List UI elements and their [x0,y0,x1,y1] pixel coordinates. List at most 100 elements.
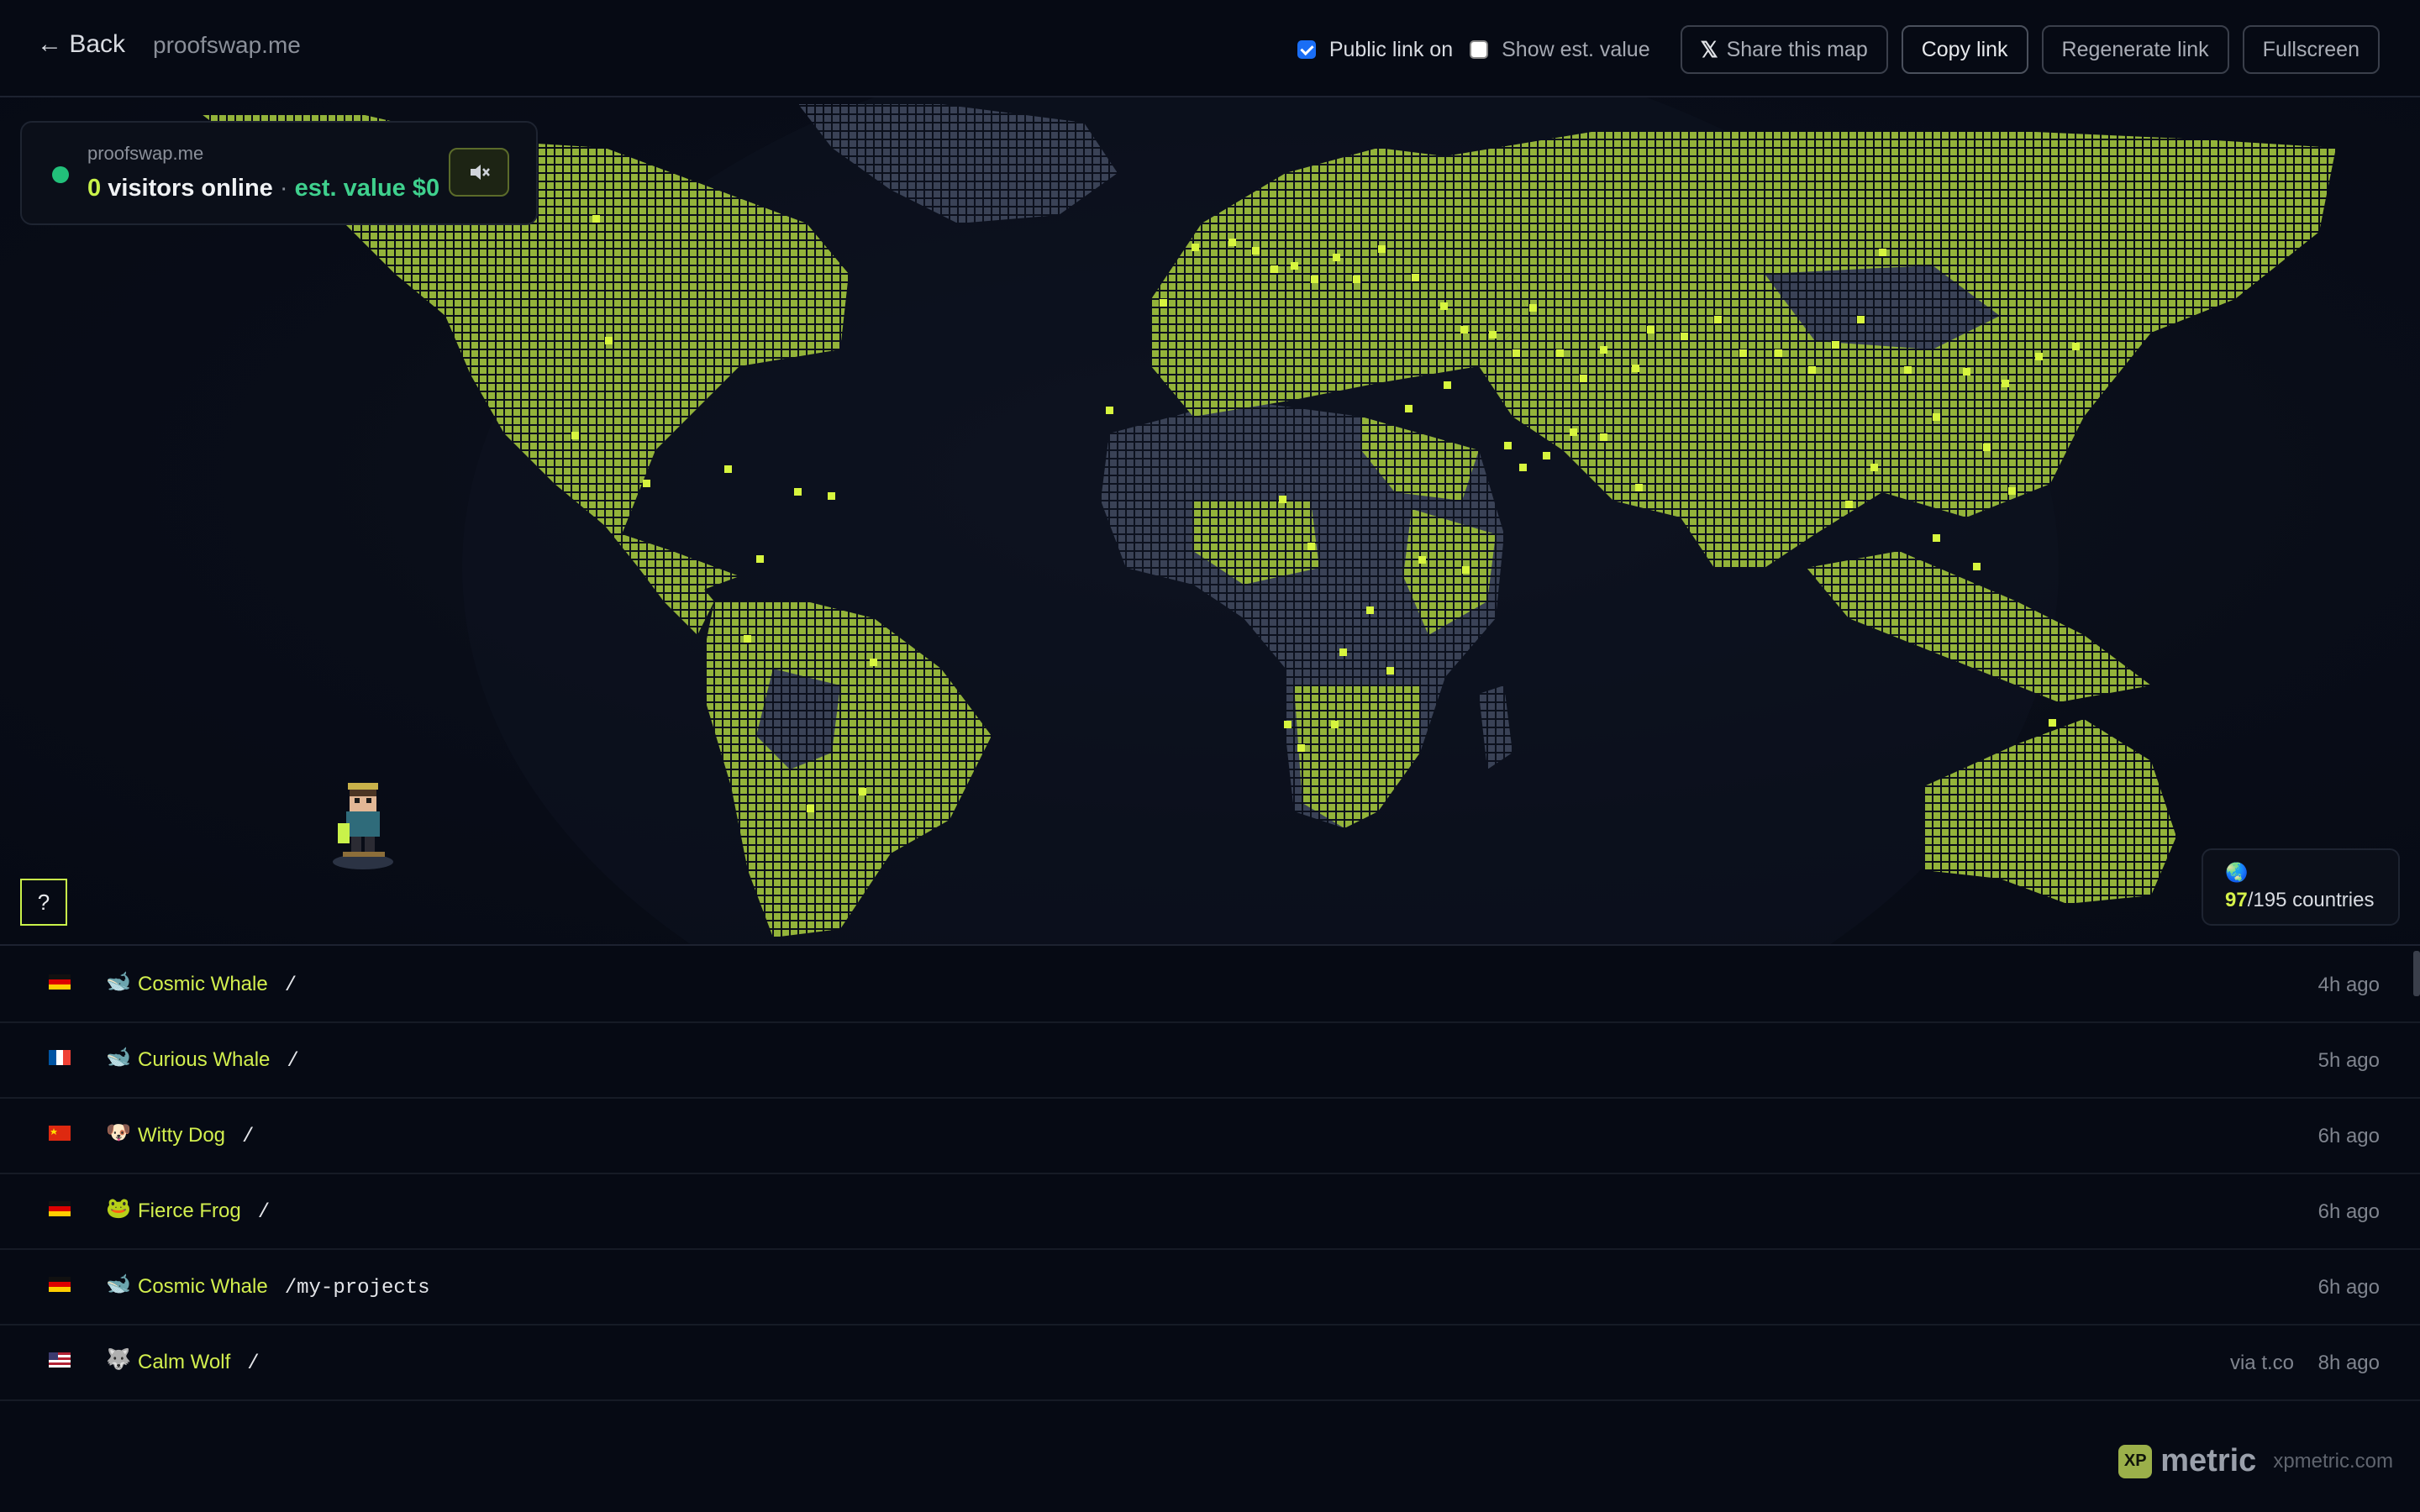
feed-row[interactable]: 🐸 Fierce Frog / 6h ago [0,1174,2420,1250]
visitor-marker[interactable] [870,659,877,666]
visitor-marker[interactable] [1714,316,1722,323]
visitor-marker[interactable] [592,215,600,223]
visitor-marker[interactable] [1462,566,1470,574]
visitor-marker[interactable] [1311,276,1318,283]
visitor-marker[interactable] [1933,413,1940,421]
visitor-marker[interactable] [1192,244,1199,251]
visitor-marker[interactable] [1904,366,1912,374]
visitor-marker[interactable] [859,788,866,795]
visitor-marker[interactable] [1418,556,1426,564]
visitor-marker[interactable] [1570,428,1577,436]
visitor-marker[interactable] [1647,326,1655,333]
visitor-marker[interactable] [1307,543,1315,550]
visitor-marker[interactable] [1291,262,1298,270]
visitor-marker[interactable] [756,555,764,563]
feed-row[interactable]: 🐋 Cosmic Whale /my-projects 6h ago [0,1250,2420,1326]
visitor-marker[interactable] [571,432,579,439]
visitor-marker[interactable] [1405,405,1413,412]
feed-row[interactable]: 🐋 Curious Whale / 5h ago [0,1023,2420,1099]
visitor-marker[interactable] [1845,501,1853,508]
visitor-marker[interactable] [1512,349,1520,357]
visitor-marker[interactable] [1681,333,1688,340]
visitor-name[interactable]: Witty Dog / [138,1124,254,1148]
feed-row[interactable]: 🐋 Cosmic Whale / 4h ago [0,948,2420,1023]
visitor-marker[interactable] [1635,484,1643,491]
visitor-marker[interactable] [724,465,732,473]
visitor-name[interactable]: Calm Wolf / [138,1351,260,1375]
visitor-marker[interactable] [1857,316,1865,323]
visitor-marker[interactable] [1386,667,1394,675]
visitor-marker[interactable] [828,492,835,500]
visitor-marker[interactable] [1600,433,1607,441]
share-button[interactable]: 𝕏 Share this map [1680,25,1888,74]
visitor-marker[interactable] [1543,452,1550,459]
visitor-marker[interactable] [1252,247,1260,255]
visitor-marker[interactable] [1297,744,1305,752]
feed-scrollbar[interactable] [2413,951,2420,996]
visitor-marker[interactable] [1870,464,1878,471]
visitor-marker[interactable] [1333,254,1340,261]
visitor-marker[interactable] [2049,719,2056,727]
visitor-marker[interactable] [1331,721,1339,728]
public-link-checkbox[interactable] [1297,40,1316,59]
visitor-marker[interactable] [1228,239,1236,246]
visitor-marker[interactable] [2035,353,2043,360]
visitor-marker[interactable] [1775,349,1782,357]
visitor-marker[interactable] [1440,302,1448,310]
visitor-marker[interactable] [1279,496,1286,503]
visitor-marker[interactable] [1366,606,1374,614]
visitor-name[interactable]: Fierce Frog / [138,1200,270,1224]
visitor-marker[interactable] [807,805,814,812]
visit-time: 6h ago [2317,1276,2380,1299]
visitor-marker[interactable] [1632,365,1639,372]
feed-row[interactable]: 🐶 Witty Dog / 6h ago [0,1099,2420,1174]
visitor-marker[interactable] [1519,464,1527,471]
visitor-marker[interactable] [1879,249,1886,256]
visitor-marker[interactable] [1808,366,1816,374]
feed-row[interactable]: 🐺 Calm Wolf / via t.co 8h ago [0,1326,2420,1401]
visitor-marker[interactable] [605,337,613,344]
visitor-marker[interactable] [643,480,650,487]
copy-link-button[interactable]: Copy link [1901,25,2028,74]
visitor-marker[interactable] [1106,407,1113,414]
visitor-marker[interactable] [1339,648,1347,656]
visitor-marker[interactable] [1284,721,1292,728]
visitor-marker[interactable] [1600,346,1607,354]
visitor-name[interactable]: Cosmic Whale /my-projects [138,1275,430,1299]
visitor-marker[interactable] [1933,534,1940,542]
visitor-marker[interactable] [794,488,802,496]
visitor-marker[interactable] [1556,349,1564,357]
help-button[interactable]: ? [20,879,67,926]
visitor-marker[interactable] [744,635,751,643]
visitor-marker[interactable] [1412,274,1419,281]
visitor-marker[interactable] [1973,563,1981,570]
show-value-toggle[interactable]: Show est. value [1470,38,1650,62]
avatar-sprite[interactable] [333,783,393,869]
public-link-toggle[interactable]: Public link on [1297,38,1453,62]
visitor-marker[interactable] [1378,245,1386,253]
visitor-marker[interactable] [1580,375,1587,382]
visitor-marker[interactable] [1739,349,1747,357]
visitor-marker[interactable] [1832,341,1839,349]
visitor-marker[interactable] [1270,265,1278,273]
visitor-marker[interactable] [2008,487,2016,495]
visitor-marker[interactable] [2072,343,2080,350]
show-value-checkbox[interactable] [1470,40,1489,59]
visitor-name[interactable]: Cosmic Whale / [138,973,297,997]
visitor-marker[interactable] [1489,331,1497,339]
visitor-marker[interactable] [1460,326,1468,333]
brand-footer[interactable]: XP metric xpmetric.com [2118,1443,2393,1479]
fullscreen-button[interactable]: Fullscreen [2242,25,2380,74]
sound-toggle-button[interactable] [449,148,509,197]
regenerate-link-button[interactable]: Regenerate link [2041,25,2229,74]
visitor-marker[interactable] [1529,304,1537,312]
back-button[interactable]: ← Back [37,30,125,59]
visitor-marker[interactable] [1504,442,1512,449]
visitor-name[interactable]: Curious Whale / [138,1048,299,1073]
visitor-marker[interactable] [1444,381,1451,389]
visitor-marker[interactable] [1160,299,1167,307]
visitor-marker[interactable] [1353,276,1360,283]
visitor-marker[interactable] [1963,368,1970,375]
visitor-marker[interactable] [1983,444,1991,451]
visitor-marker[interactable] [2002,380,2009,387]
